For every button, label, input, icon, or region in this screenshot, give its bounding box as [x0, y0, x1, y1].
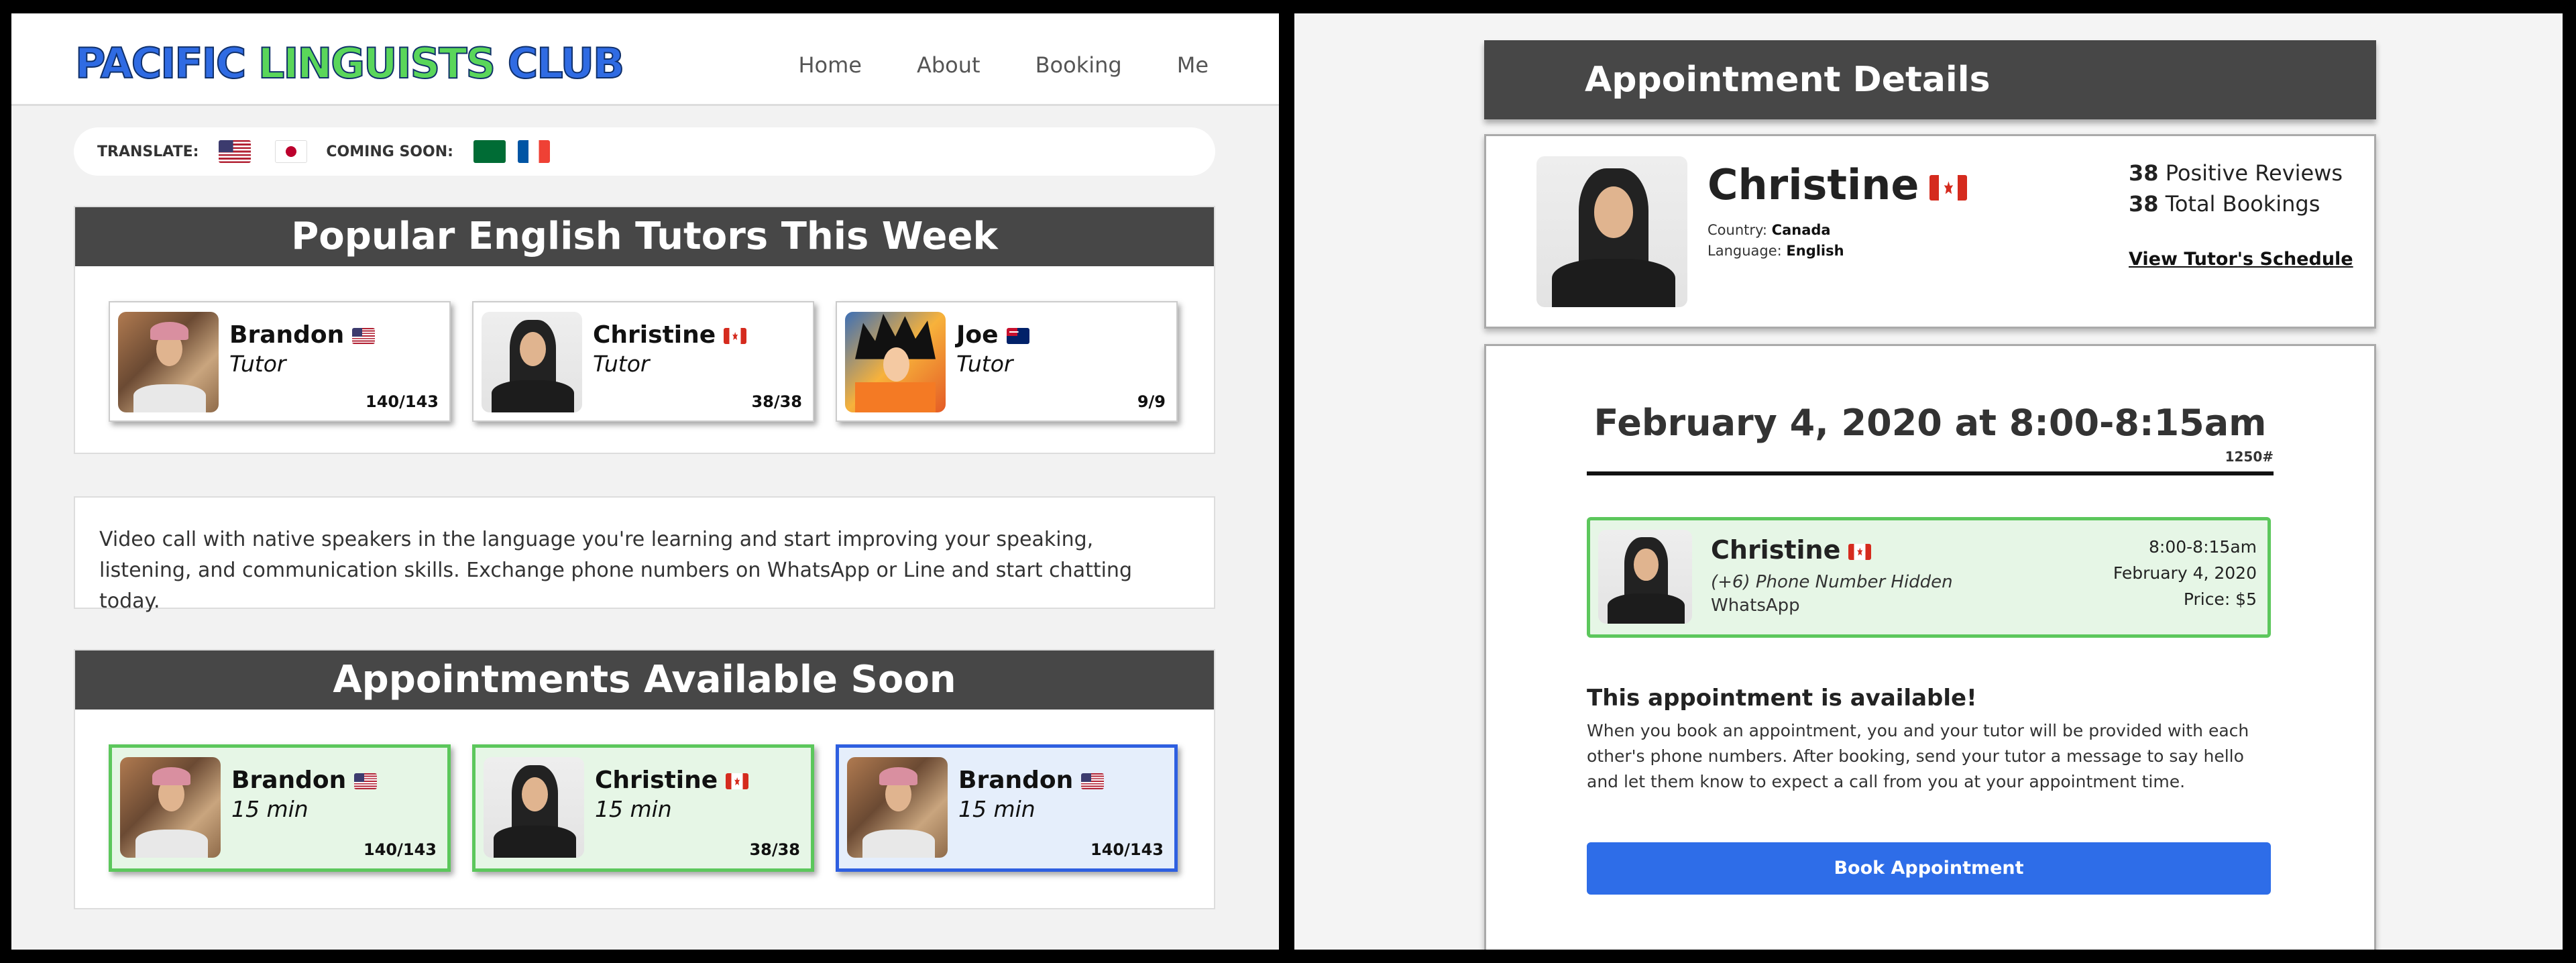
us-flag-icon [354, 773, 378, 789]
book-appointment-button[interactable]: Book Appointment [1587, 842, 2271, 895]
appointment-card: Christine (+6) Phone Number Hidden Whats… [1587, 517, 2271, 638]
canada-flag-icon [1929, 174, 1968, 201]
tutor-name: Christine [595, 767, 718, 794]
appointment-time: 8:00-8:15am [2149, 537, 2257, 557]
appointment-code: 1250# [2225, 449, 2274, 465]
avatar [484, 757, 584, 858]
tutor-language: English [1786, 243, 1844, 259]
booking-info: When you book an appointment, you and yo… [1587, 721, 2249, 791]
nav-about[interactable]: About [917, 52, 981, 78]
divider [1587, 471, 2274, 475]
tutor-rating-count: 38/38 [749, 840, 800, 859]
avatar [118, 312, 219, 412]
messaging-app: WhatsApp [1711, 596, 1800, 616]
appointment-price: Price: $5 [2183, 589, 2257, 609]
phone-hidden: (+6) Phone Number Hidden [1711, 572, 1953, 592]
tutor-rating-count: 140/143 [1090, 840, 1164, 859]
japan-flag-icon[interactable] [275, 140, 308, 163]
tutor-card-christine[interactable]: Christine Tutor 38/38 [472, 301, 814, 422]
tutor-stats: 38 Positive Reviews 38 Total Bookings [2129, 160, 2343, 217]
tutor-rating-count: 140/143 [363, 840, 437, 859]
nav-me[interactable]: Me [1177, 52, 1209, 78]
translate-label: TRANSLATE: [97, 143, 199, 160]
saudi-flag-icon [473, 140, 506, 163]
nav-booking[interactable]: Booking [1035, 52, 1122, 78]
canada-flag-icon [724, 328, 747, 344]
positive-reviews-count: 38 [2129, 160, 2159, 186]
us-flag-icon[interactable] [219, 140, 251, 163]
tutor-name: Brandon [229, 321, 345, 349]
appointment-duration: 15 min [958, 796, 1035, 822]
appointment-date: February 4, 2020 [2113, 563, 2257, 583]
appointment-date-heading: February 4, 2020 at 8:00-8:15am [1593, 402, 2267, 444]
avatar [120, 757, 221, 858]
site-header: PACIFIC LINGUISTS CLUB Home About Bookin… [11, 13, 1279, 106]
avatar [482, 312, 582, 412]
tutor-name: Joe [956, 321, 999, 349]
appointment-summary: 8:00-8:15am February 4, 2020 Price: $5 [2113, 534, 2257, 612]
australia-flag-icon [1006, 328, 1029, 344]
tutor-country: Canada [1771, 222, 1831, 238]
tutor-name: Brandon [958, 767, 1074, 794]
tutor-role: Tutor [229, 351, 286, 377]
us-flag-icon [1081, 773, 1105, 789]
tutor-card-brandon[interactable]: Brandon Tutor 140/143 [109, 301, 451, 422]
tutor-meta: Country: Canada Language: English [1707, 222, 1844, 259]
avatar [1536, 156, 1687, 307]
translate-bar: TRANSLATE: COMING SOON: [74, 127, 1215, 176]
appointment-details-title: Appointment Details [1484, 40, 2376, 119]
tutor-name: Christine [593, 321, 716, 349]
tutor-rating-count: 9/9 [1137, 392, 1166, 411]
tutor-home-panel: PACIFIC LINGUISTS CLUB Home About Bookin… [11, 13, 1279, 950]
appointments-title: Appointments Available Soon [75, 650, 1214, 710]
tutor-role: Tutor [593, 351, 650, 377]
coming-soon-label: COMING SOON: [326, 143, 453, 160]
tutor-rating-count: 38/38 [751, 392, 802, 411]
canada-flag-icon [726, 773, 749, 789]
appointment-details-panel: Appointment Details Christine Country: C… [1294, 13, 2563, 950]
site-logo[interactable]: PACIFIC LINGUISTS CLUB [74, 38, 625, 89]
france-flag-icon [517, 140, 550, 163]
appointment-duration: 15 min [595, 796, 672, 822]
appointment-card-brandon[interactable]: Brandon 15 min 140/143 [109, 744, 451, 872]
view-schedule-link[interactable]: View Tutor's Schedule [2129, 249, 2353, 270]
total-bookings-count: 38 [2129, 191, 2159, 217]
appointments-section: Appointments Available Soon Brandon 15 m… [74, 649, 1215, 909]
popular-tutors-title: Popular English Tutors This Week [75, 207, 1214, 266]
us-flag-icon [352, 328, 376, 344]
canada-flag-icon [1848, 543, 1872, 560]
appointment-card-brandon-selected[interactable]: Brandon 15 min 140/143 [836, 744, 1178, 872]
popular-tutors-section: Popular English Tutors This Week Brandon… [74, 206, 1215, 454]
appointment-card-christine[interactable]: Christine 15 min 38/38 [472, 744, 814, 872]
nav-home[interactable]: Home [798, 52, 862, 78]
tutor-card-joe[interactable]: Joe Tutor 9/9 [836, 301, 1178, 422]
tutor-role: Tutor [956, 351, 1013, 377]
tutor-name: Christine [1707, 160, 1919, 209]
avatar [847, 757, 948, 858]
avatar [1598, 530, 1692, 624]
main-nav: Home About Booking Me [798, 52, 1209, 78]
site-description: Video call with native speakers in the l… [74, 496, 1215, 613]
tutor-name: Brandon [231, 767, 347, 794]
booking-details: February 4, 2020 at 8:00-8:15am 1250# Ch… [1484, 344, 2376, 950]
appointment-duration: 15 min [231, 796, 309, 822]
availability-title: This appointment is available! [1587, 685, 1977, 712]
avatar [845, 312, 946, 412]
tutor-summary: Christine Country: Canada Language: Engl… [1484, 134, 2376, 329]
tutor-rating-count: 140/143 [366, 392, 439, 411]
tutor-name: Christine [1711, 535, 1841, 565]
